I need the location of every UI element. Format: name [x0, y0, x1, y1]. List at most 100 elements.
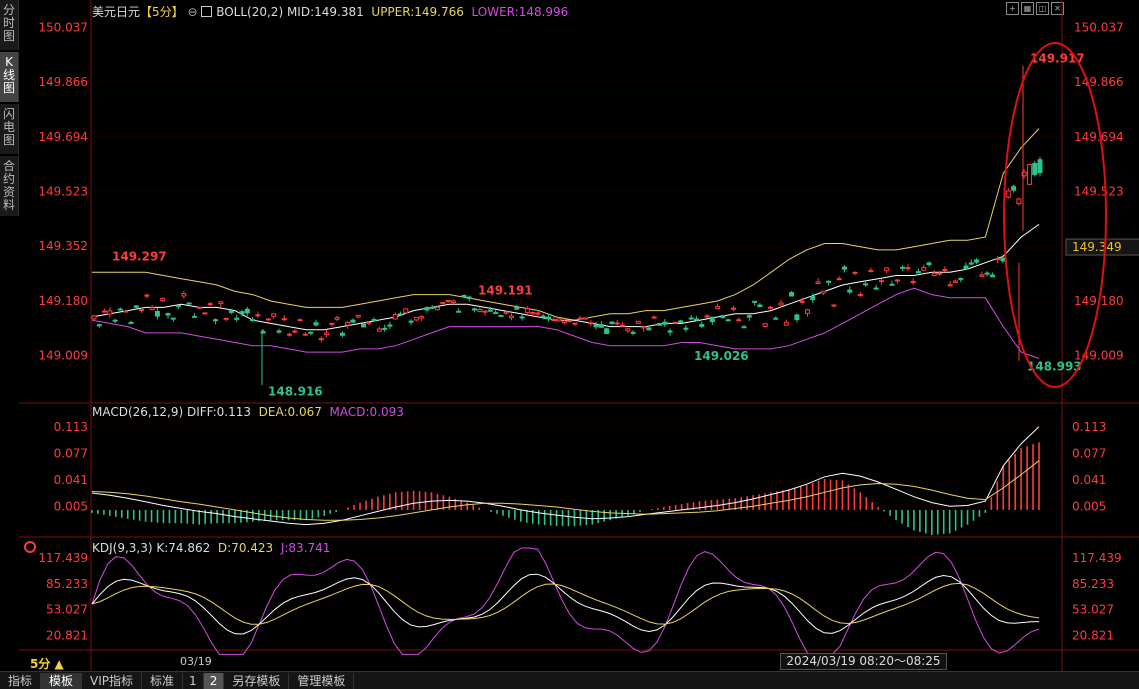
candle-body	[276, 330, 282, 333]
candle-body	[868, 269, 874, 273]
price-annotation: 149.191	[478, 283, 533, 297]
candle-body	[339, 332, 345, 336]
candle-body	[588, 322, 594, 325]
main-ytick-right: 149.866	[1074, 75, 1124, 89]
candle-body	[382, 327, 388, 330]
candle-body	[831, 304, 837, 307]
candle-body	[625, 328, 631, 332]
candle-body	[96, 324, 102, 327]
candle-body	[213, 319, 219, 322]
candle-body	[376, 328, 382, 332]
candle-body	[815, 281, 821, 284]
candle-body	[350, 319, 356, 323]
candle-body	[329, 322, 335, 325]
price-annotation: 149.026	[694, 349, 749, 363]
period-selector[interactable]: 5分 ▲	[30, 655, 64, 672]
candle-body	[255, 314, 261, 317]
main-ytick-left: 149.352	[38, 239, 88, 253]
candle-body	[979, 274, 985, 277]
candle-body	[387, 324, 393, 327]
candle-body	[186, 302, 192, 305]
candle-body	[403, 308, 409, 314]
candle-body	[915, 271, 921, 274]
kdj-j-line	[91, 547, 1040, 655]
main-ytick-left: 149.180	[38, 294, 88, 308]
candle-body	[91, 315, 97, 320]
candle-body	[1005, 190, 1011, 198]
candle-body	[271, 313, 277, 317]
candle-body	[963, 265, 969, 270]
candle-body	[841, 266, 847, 270]
candle-body	[926, 262, 932, 266]
candle-body	[287, 333, 293, 336]
candle-body	[503, 311, 509, 314]
tab-contract-info[interactable]: 合约资料	[0, 156, 19, 216]
candle-body	[556, 318, 562, 322]
candle-body	[197, 306, 203, 309]
candle-body	[202, 312, 208, 315]
candle-body	[857, 294, 863, 297]
macd-ytick-left: 0.077	[54, 446, 88, 460]
candle-body	[635, 320, 641, 324]
candle-body	[207, 303, 213, 306]
candle-body	[847, 289, 853, 293]
tab-intraday[interactable]: 分时图	[0, 0, 19, 50]
candle-body	[535, 312, 541, 315]
candle-body	[715, 306, 721, 310]
candle-body	[984, 272, 990, 275]
tab-flash[interactable]: 闪电图	[0, 104, 19, 154]
tab-vip-indicator[interactable]: VIP指标	[82, 672, 143, 689]
tab-indicator[interactable]: 指标	[0, 672, 42, 689]
candle-body	[604, 328, 610, 335]
tab-contract-info-label: 合约资料	[2, 159, 15, 212]
candle-body	[1016, 198, 1022, 204]
tab-save-template[interactable]: 另存模板	[224, 672, 290, 689]
candle-body	[646, 327, 652, 331]
candle-body	[128, 321, 134, 324]
candle-body	[582, 317, 588, 320]
candle-body	[725, 319, 731, 322]
tab-kline[interactable]: K线图	[0, 52, 19, 102]
tab-page-2[interactable]: 2	[203, 672, 225, 689]
candle-body	[456, 310, 462, 313]
tab-template[interactable]: 模板	[41, 672, 83, 689]
main-ytick-left: 149.523	[38, 184, 88, 198]
kdj-ytick-right: 20.821	[1072, 628, 1114, 642]
candle-body	[630, 331, 636, 334]
candle-body	[741, 326, 747, 329]
chart-canvas[interactable]: 150.037 150.037149.866 149.866149.694 149.6…	[19, 0, 1139, 671]
candle-body	[530, 311, 536, 315]
candle-body	[667, 330, 673, 333]
tab-page-1[interactable]: 1	[183, 672, 204, 689]
candle-body	[783, 321, 789, 326]
tab-standard[interactable]: 标准	[142, 672, 184, 689]
candle-body	[117, 308, 123, 311]
candle-body	[900, 266, 906, 269]
kdj-ytick-right: 117.439	[1072, 551, 1122, 565]
candle-body	[250, 319, 256, 322]
candle-body	[567, 320, 573, 323]
candle-body	[947, 284, 953, 287]
candle-body	[461, 294, 467, 297]
candle-body	[466, 296, 472, 300]
candle-body	[683, 327, 689, 330]
candle-body	[239, 311, 245, 315]
candle-body	[1026, 164, 1032, 185]
candle-body	[540, 315, 546, 318]
candle-body	[419, 316, 425, 319]
candle-body	[551, 319, 557, 322]
candle-body	[609, 321, 615, 325]
macd-ytick-left: 0.041	[54, 473, 88, 487]
date-axis-label: 03/19	[180, 655, 212, 668]
candle-body	[429, 306, 435, 309]
candle-body	[989, 274, 995, 278]
candle-body	[445, 300, 451, 303]
candle-body	[144, 294, 150, 297]
candle-body	[974, 259, 980, 263]
candle-body	[292, 330, 298, 333]
candle-body	[968, 262, 974, 265]
candle-body	[1000, 257, 1006, 262]
candle-body	[487, 309, 493, 312]
tab-manage-template[interactable]: 管理模板	[289, 672, 355, 689]
tab-intraday-label: 分时图	[2, 3, 15, 43]
